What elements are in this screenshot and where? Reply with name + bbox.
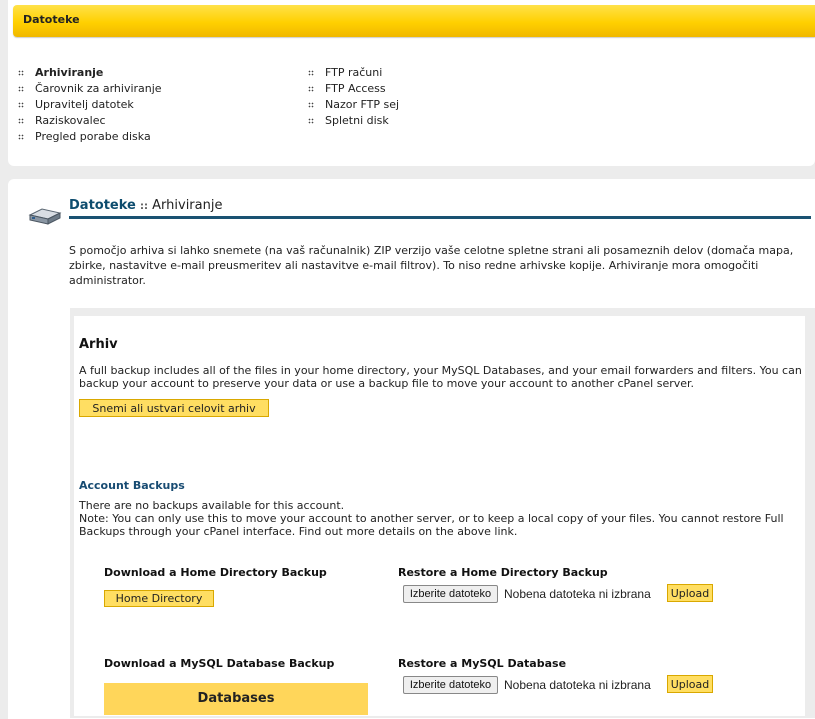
section-header-bar: Datoteke (13, 5, 815, 37)
section-header-title: Datoteke (23, 13, 80, 26)
bullet-icon (18, 86, 24, 92)
mysql-file-status: Nobena datoteka ni izbrana (504, 678, 651, 692)
home-choose-file-button[interactable]: Izberite datoteko (403, 585, 498, 603)
bullet-icon (18, 70, 24, 76)
nav-item-carovnik[interactable]: Čarovnik za arhiviranje (18, 81, 162, 97)
mysql-restore-heading: Restore a MySQL Database (398, 657, 567, 670)
home-directory-button[interactable]: Home Directory (104, 590, 214, 607)
nav-item-nazor-ftp-sej[interactable]: Nazor FTP sej (308, 97, 399, 113)
archive-description: A full backup includes all of the files … (79, 364, 802, 390)
account-backups-heading: Account Backups (79, 479, 185, 492)
nav-item-ftp-racuni[interactable]: FTP računi (308, 65, 399, 81)
bullet-icon (308, 70, 314, 76)
breadcrumb-current: Arhiviranje (152, 198, 223, 213)
backup-note-text: Note: You can only use this to move your… (79, 512, 784, 538)
no-backups-text: There are no backups available for this … (79, 499, 345, 512)
page-title: Datoteke :: Arhiviranje (69, 198, 222, 213)
databases-table-header: Databases (104, 683, 368, 715)
home-download-heading: Download a Home Directory Backup (104, 566, 327, 579)
nav-item-raziskovalec[interactable]: Raziskovalec (18, 113, 162, 129)
archive-heading: Arhiv (79, 337, 118, 352)
bullet-icon (308, 102, 314, 108)
bullet-icon (308, 118, 314, 124)
mysql-upload-button[interactable]: Upload (667, 675, 713, 693)
nav-item-upravitelj-datotek[interactable]: Upravitelj datotek (18, 97, 162, 113)
nav-item-pregled-porabe-diska[interactable]: Pregled porabe diska (18, 129, 162, 145)
bullet-icon (308, 86, 314, 92)
bullet-icon (18, 118, 24, 124)
home-restore-heading: Restore a Home Directory Backup (398, 566, 608, 579)
hard-drive-icon (28, 208, 62, 225)
account-backups-notes: There are no backups available for this … (79, 499, 814, 538)
nav-item-spletni-disk[interactable]: Spletni disk (308, 113, 399, 129)
breadcrumb-section[interactable]: Datoteke (69, 198, 136, 213)
bullet-icon (18, 102, 24, 108)
breadcrumb-separator: :: (140, 201, 148, 212)
nav-list-left: Arhiviranje Čarovnik za arhiviranje Upra… (18, 65, 162, 145)
mysql-download-heading: Download a MySQL Database Backup (104, 657, 335, 670)
title-underline (69, 216, 811, 219)
bullet-icon (18, 134, 24, 140)
intro-text: S pomočjo arhiva si lahko snemete (na va… (69, 244, 794, 287)
home-file-status: Nobena datoteka ni izbrana (504, 587, 651, 601)
nav-list-right: FTP računi FTP Access Nazor FTP sej Sple… (308, 65, 399, 129)
nav-item-arhiviranje[interactable]: Arhiviranje (18, 65, 162, 81)
full-backup-button[interactable]: Snemi ali ustvari celovit arhiv (79, 399, 269, 417)
mysql-choose-file-button[interactable]: Izberite datoteko (403, 676, 498, 694)
home-upload-button[interactable]: Upload (667, 584, 713, 602)
nav-item-ftp-access[interactable]: FTP Access (308, 81, 399, 97)
